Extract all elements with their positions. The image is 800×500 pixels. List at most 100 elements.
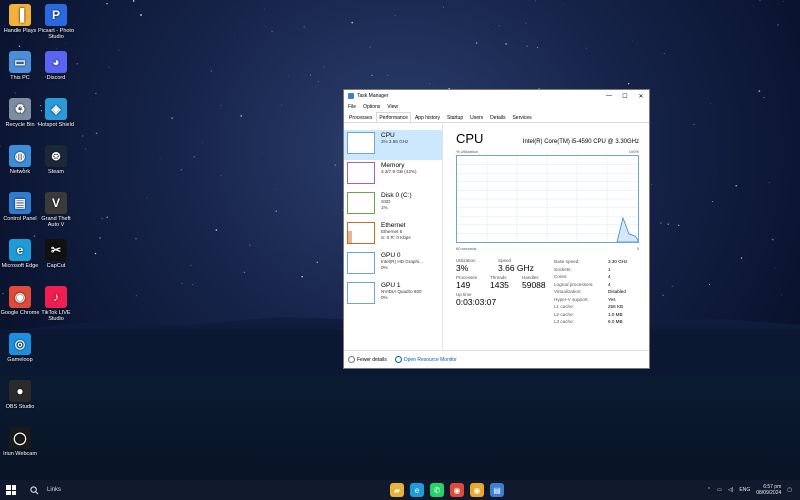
sidebar-item-detail: NVIDIA Quadro 600 bbox=[381, 289, 422, 294]
whatsapp-icon[interactable]: ✆ bbox=[430, 483, 444, 497]
minimize-button[interactable]: — bbox=[601, 90, 617, 102]
sidebar-item-title: GPU 1 bbox=[381, 282, 401, 289]
tab-details[interactable]: Details bbox=[487, 112, 508, 122]
sidebar-thumbnail-graph bbox=[347, 282, 375, 304]
app-icon: ◕ bbox=[45, 51, 67, 73]
desktop-icon[interactable]: ◕ Discord bbox=[36, 51, 76, 81]
desktop-icon[interactable]: e Microsoft Edge bbox=[0, 239, 40, 269]
desktop-icon-label: CapCut bbox=[46, 263, 66, 269]
sidebar-item-ethernet[interactable]: Ethernet Ethernet 6 S: 0 R: 0 Kbps bbox=[344, 220, 442, 250]
desktop-icon[interactable]: ▭ This PC bbox=[0, 51, 40, 81]
desktop-icon[interactable]: ● OBS Studio bbox=[0, 380, 40, 410]
sidebar-item-title: Disk 0 (C:) bbox=[381, 192, 412, 199]
sidebar-item-value: 1% bbox=[381, 204, 388, 210]
desktop-icon[interactable]: ◯ Iriun Webcam bbox=[0, 427, 40, 457]
tab-processes[interactable]: Processes bbox=[346, 112, 375, 122]
chevron-up-icon[interactable]: ⌃ bbox=[707, 487, 711, 493]
desktop-icon[interactable]: ◍ Network bbox=[0, 145, 40, 175]
spec-key: Hyper-V support: bbox=[554, 296, 589, 302]
spec-row: L3 cache: 6.0 MB bbox=[554, 318, 627, 326]
spec-key: L1 cache: bbox=[554, 304, 574, 309]
app-icon: ◎ bbox=[9, 333, 31, 355]
spec-key: Logical processors: bbox=[554, 281, 594, 287]
desktop-icon[interactable]: ▤ Control Panel bbox=[0, 192, 40, 222]
desktop-icon[interactable]: ♪ TikTok LIVE Studio bbox=[36, 286, 76, 322]
spec-value: 3.30 GHz bbox=[608, 259, 628, 264]
sidebar-item-detail: Intel(R) HD Graphi... bbox=[381, 259, 423, 264]
task-manager-icon[interactable]: ▤ bbox=[490, 483, 504, 497]
app-icon: ◯ bbox=[9, 427, 31, 449]
menu-view[interactable]: View bbox=[387, 104, 398, 110]
desktop-icon-label: Control Panel bbox=[3, 216, 37, 222]
graph-label-utilization: % Utilization bbox=[456, 149, 479, 154]
taskbar-search[interactable]: Links bbox=[22, 480, 152, 500]
app-icon: ▐ bbox=[9, 4, 31, 26]
start-button[interactable] bbox=[0, 480, 22, 500]
clock[interactable]: 6:57 pm 08/09/2024 bbox=[756, 484, 781, 496]
desktop-icon-label: Network bbox=[9, 169, 31, 175]
desktop-icon[interactable]: ◈ Hotspot Shield bbox=[36, 98, 76, 128]
desktop-icon[interactable]: P Picsart - Photo Studio bbox=[36, 4, 76, 40]
language-indicator[interactable]: ENG bbox=[739, 487, 750, 493]
fewer-details-link[interactable]: Fewer details bbox=[348, 356, 387, 363]
panel-heading: CPU bbox=[456, 131, 484, 146]
app-icon: ▭ bbox=[9, 51, 31, 73]
cpu-model: Intel(R) Core(TM) i5-4590 CPU @ 3.30GHz bbox=[522, 139, 639, 145]
app-icon: ◉ bbox=[9, 286, 31, 308]
network-icon[interactable]: ▭ bbox=[717, 487, 722, 493]
app-icon: ✂ bbox=[45, 239, 67, 261]
chrome-icon[interactable]: ◉ bbox=[450, 483, 464, 497]
sidebar-item-gpu[interactable]: GPU 0 Intel(R) HD Graphi... 0% bbox=[344, 250, 442, 280]
app-icon: ● bbox=[9, 380, 31, 402]
graph-axis-zero: 0 bbox=[636, 246, 639, 251]
chrome-alt-icon[interactable]: ◉ bbox=[470, 483, 484, 497]
tab-performance[interactable]: Performance bbox=[376, 112, 411, 122]
maximize-button[interactable]: ☐ bbox=[617, 90, 633, 102]
app-icon: ◈ bbox=[45, 98, 67, 120]
desktop-icon-label: Steam bbox=[48, 169, 64, 175]
notifications-icon[interactable]: ▢ bbox=[787, 487, 792, 493]
sidebar-item-cpu[interactable]: CPU 3% 3.66 GHz bbox=[344, 130, 442, 160]
sidebar-item-value: 0% bbox=[381, 264, 388, 270]
sidebar-item-memory[interactable]: Memory 3.3/7.9 GB (42%) bbox=[344, 160, 442, 190]
title-bar[interactable]: Task Manager — ☐ ✕ bbox=[344, 90, 649, 102]
desktop-icon[interactable]: ♻ Recycle Bin bbox=[0, 98, 40, 128]
resource-monitor-label: Open Resource Monitor bbox=[403, 356, 457, 363]
desktop-icon[interactable]: ◎ Gameloop bbox=[0, 333, 40, 363]
desktop-icon-label: Gameloop bbox=[7, 357, 33, 363]
open-resource-monitor-link[interactable]: Open Resource Monitor bbox=[394, 356, 457, 363]
taskbar: Links ▰ e ✆ ◉ ◉ ▤ ⌃ ▭ ◁) ENG 6:57 pm 08/09/20… bbox=[0, 480, 800, 500]
spec-key: Cores: bbox=[554, 274, 568, 279]
tab-services[interactable]: Services bbox=[509, 112, 534, 122]
desktop-icon[interactable]: V Grand Theft Auto V bbox=[36, 192, 76, 228]
desktop-icon-label: Handle Plays bbox=[3, 28, 37, 34]
desktop-icon[interactable]: ◉ Google Chrome bbox=[0, 286, 40, 316]
desktop-icon-label: This PC bbox=[10, 75, 30, 81]
menu-options[interactable]: Options bbox=[363, 104, 380, 110]
sidebar-item-detail: 3% 3.66 GHz bbox=[381, 139, 409, 144]
resource-sidebar: CPU 3% 3.66 GHz Memory 3.3/7.9 GB (42%) Disk… bbox=[344, 124, 443, 350]
desktop-icon[interactable]: ⊛ Steam bbox=[36, 145, 76, 175]
window-title: Task Manager bbox=[357, 93, 389, 99]
spec-key: L2 cache: bbox=[554, 311, 574, 317]
task-manager-window: Task Manager — ☐ ✕ File Options View Pro… bbox=[343, 89, 650, 369]
app-icon: V bbox=[45, 192, 67, 214]
menu-file[interactable]: File bbox=[348, 104, 356, 110]
close-button[interactable]: ✕ bbox=[633, 90, 649, 102]
file-explorer-icon[interactable]: ▰ bbox=[390, 483, 404, 497]
tab-users[interactable]: Users bbox=[467, 112, 486, 122]
threads-value: 1435 bbox=[490, 280, 509, 290]
edge-icon[interactable]: e bbox=[410, 483, 424, 497]
pinned-apps: ▰ e ✆ ◉ ◉ ▤ bbox=[390, 480, 504, 500]
volume-icon[interactable]: ◁) bbox=[728, 487, 734, 493]
sidebar-item-disk[interactable]: Disk 0 (C:) SSD 1% bbox=[344, 190, 442, 220]
spec-value: 1.0 MB bbox=[608, 311, 623, 317]
desktop-icon[interactable]: ✂ CapCut bbox=[36, 239, 76, 269]
tab-startup[interactable]: Startup bbox=[444, 112, 466, 122]
spec-value: 4 bbox=[608, 281, 611, 287]
app-icon: P bbox=[45, 4, 67, 26]
sidebar-item-value: S: 0 R: 0 Kbps bbox=[381, 234, 411, 240]
desktop-icon[interactable]: ▐ Handle Plays bbox=[0, 4, 40, 34]
tab-app-history[interactable]: App history bbox=[412, 112, 443, 122]
sidebar-item-gpu[interactable]: GPU 1 NVIDIA Quadro 600 0% bbox=[344, 280, 442, 310]
